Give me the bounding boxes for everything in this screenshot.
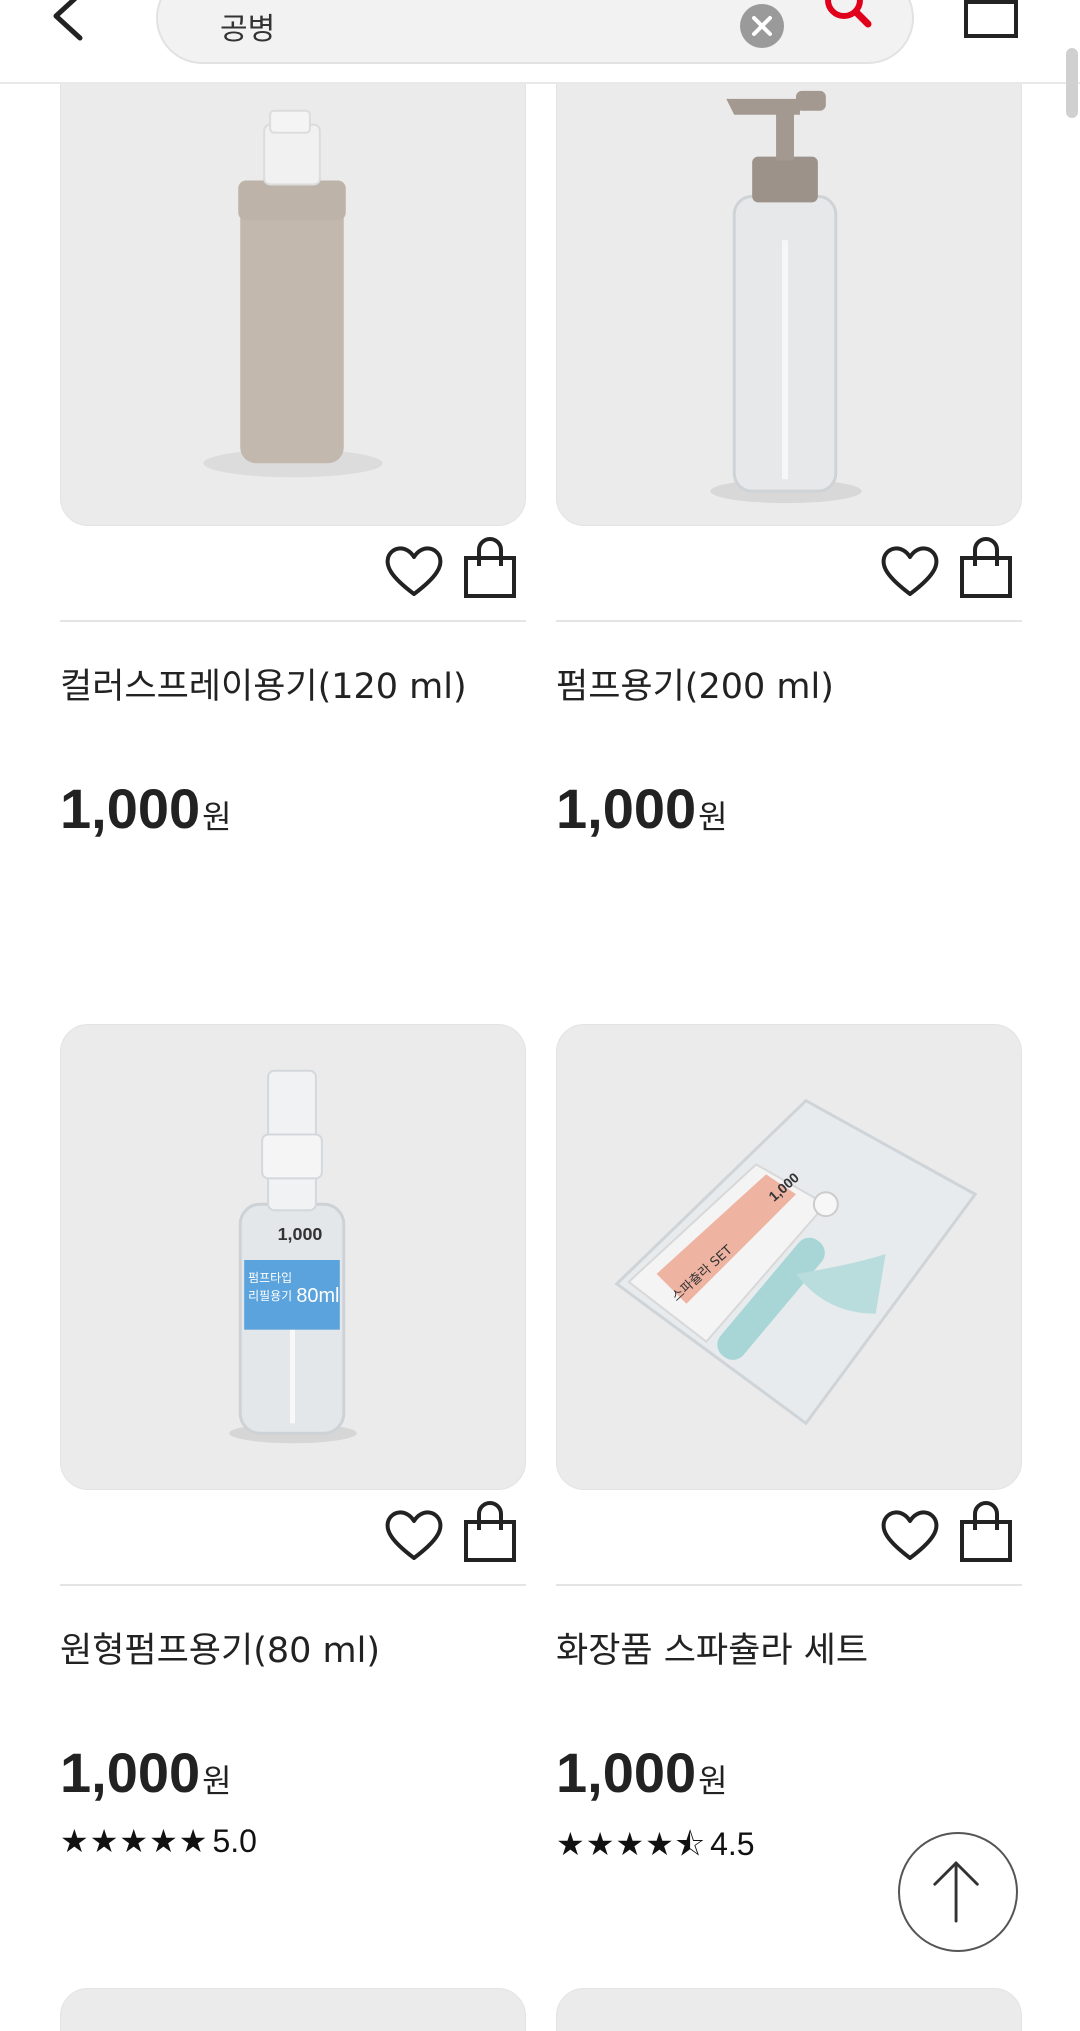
product-actions [60, 1490, 526, 1586]
product-actions [60, 526, 526, 622]
product-name[interactable]: 컬러스프레이용기(120 ml) [60, 658, 526, 709]
heart-icon [385, 546, 443, 596]
back-button[interactable] [40, 0, 100, 50]
search-icon [825, 0, 872, 28]
chevron-left-icon [53, 0, 83, 41]
shopping-bag-icon [960, 537, 1012, 598]
star-rating-icon: ★★★★★ [60, 1822, 209, 1860]
shopping-bag-icon [964, 0, 1018, 38]
pump-bottle-image [710, 90, 862, 504]
wishlist-button[interactable] [878, 540, 942, 600]
heart-icon [881, 546, 939, 596]
product-price: 1,000원 [556, 1740, 728, 1805]
shopping-bag-icon [464, 1501, 516, 1562]
product-name[interactable]: 화장품 스파츌라 세트 [556, 1622, 1022, 1673]
shopping-bag-icon [960, 1501, 1012, 1562]
rating-score: 5.0 [212, 1823, 257, 1859]
wishlist-button[interactable] [382, 540, 446, 600]
wishlist-button[interactable] [878, 1504, 942, 1564]
bottle-brand-text: 1,000 [278, 1224, 323, 1244]
product-rating: ★★★★★ 5.0 [60, 1822, 257, 1860]
product-rating: ★★★★⯪ 4.5 [556, 1822, 755, 1876]
add-to-cart-button[interactable] [462, 1500, 518, 1564]
product-image[interactable]: 1,000 스파츌라 SET [556, 1024, 1022, 1490]
scroll-to-top-button[interactable] [898, 1832, 1018, 1952]
round-pump-bottle-image: 1,000 펌프타입 리필용기 80ml [229, 1069, 357, 1444]
product-price: 1,000원 [556, 776, 728, 841]
close-icon [752, 16, 772, 36]
search-query-text: 공병 [220, 12, 276, 47]
product-name[interactable]: 펌프용기(200 ml) [556, 658, 1022, 709]
add-to-cart-button[interactable] [958, 1500, 1014, 1564]
price-value: 1,000 [60, 777, 201, 840]
search-button[interactable] [818, 0, 878, 54]
price-unit: 원 [202, 798, 232, 836]
price-unit: 원 [202, 1762, 232, 1800]
spatula-set-image: 1,000 스파츌라 SET [614, 1098, 978, 1426]
product-actions [556, 1490, 1022, 1586]
product-image[interactable] [60, 60, 526, 526]
cart-button[interactable] [960, 0, 1022, 50]
product-price: 1,000원 [60, 1740, 232, 1805]
product-image[interactable] [60, 1988, 526, 2031]
wishlist-button[interactable] [382, 1504, 446, 1564]
star-rating-icon: ★★★★⯪ [556, 1825, 707, 1863]
product-actions [556, 526, 1022, 622]
price-value: 1,000 [556, 1741, 697, 1804]
bottle-label-text: 리필용기 [248, 1289, 292, 1303]
arrow-up-icon [933, 1861, 979, 1923]
product-price: 1,000원 [60, 776, 232, 841]
product-image[interactable] [556, 1988, 1022, 2031]
spray-bottle-image [203, 109, 383, 478]
product-name[interactable]: 원형펌프용기(80 ml) [60, 1622, 526, 1673]
heart-icon [881, 1510, 939, 1560]
rating-score: 4.5 [710, 1826, 755, 1862]
add-to-cart-button[interactable] [462, 536, 518, 600]
search-input[interactable]: 공병 [156, 0, 914, 64]
price-unit: 원 [698, 1762, 728, 1800]
top-app-bar: 공병 [0, 0, 1080, 84]
clear-search-button[interactable] [740, 4, 784, 48]
bottle-label-text: 80ml [296, 1285, 339, 1307]
scrollbar[interactable] [1066, 48, 1078, 118]
price-value: 1,000 [556, 777, 697, 840]
bottle-label-text: 펌프타입 [248, 1271, 292, 1285]
price-unit: 원 [698, 798, 728, 836]
price-value: 1,000 [60, 1741, 201, 1804]
add-to-cart-button[interactable] [958, 536, 1014, 600]
product-image[interactable]: 1,000 펌프타입 리필용기 80ml [60, 1024, 526, 1490]
product-image[interactable] [556, 60, 1022, 526]
shopping-bag-icon [464, 537, 516, 598]
heart-icon [385, 1510, 443, 1560]
